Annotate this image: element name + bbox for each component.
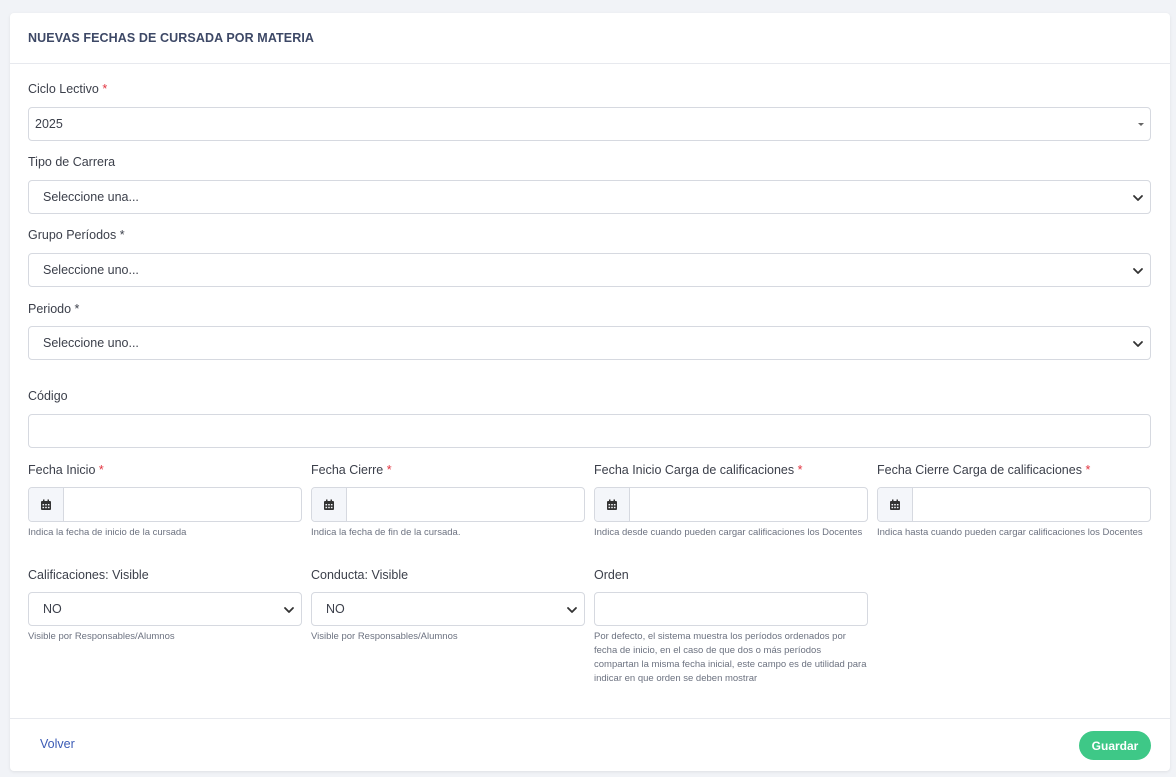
required-marker: * [102, 82, 108, 96]
required-marker: * [797, 463, 803, 477]
tipo-carrera-value: Seleccione una... [43, 190, 139, 204]
fecha-cierre-input[interactable] [311, 487, 585, 522]
fecha-cierre-carga-input[interactable] [877, 487, 1151, 522]
back-button[interactable]: Volver [40, 737, 75, 751]
grupo-select[interactable]: Seleccione uno... [28, 253, 1151, 287]
tipo-carrera-select[interactable]: Seleccione una... [28, 180, 1151, 214]
chevron-down-icon [1133, 268, 1143, 274]
conducta-visible-label: Conducta: Visible [311, 568, 409, 582]
card-footer: Volver Guardar [10, 718, 1170, 771]
ciclo-label: Ciclo Lectivo * [28, 82, 108, 96]
fecha-inicio-carga-help: Indica desde cuando pueden cargar califi… [594, 527, 863, 538]
calendar-icon[interactable] [29, 488, 64, 521]
calificaciones-visible-select[interactable]: NO [28, 592, 302, 626]
chevron-down-icon [1133, 341, 1143, 347]
chevron-down-icon [567, 607, 577, 613]
fecha-cierre-carga-label: Fecha Cierre Carga de calificaciones * [877, 463, 1091, 477]
chevron-down-icon [1133, 195, 1143, 201]
periodo-label: Periodo * [28, 302, 80, 316]
conducta-visible-value: NO [326, 602, 345, 616]
calendar-icon[interactable] [312, 488, 347, 521]
required-marker: * [386, 463, 392, 477]
periodo-select[interactable]: Seleccione uno... [28, 326, 1151, 360]
fecha-cierre-help: Indica la fecha de fin de la cursada. [311, 527, 461, 538]
conducta-visible-help: Visible por Responsables/Alumnos [311, 631, 458, 642]
fecha-inicio-carga-input[interactable] [594, 487, 868, 522]
tipo-carrera-label: Tipo de Carrera [28, 155, 116, 169]
chevron-down-icon [284, 607, 294, 613]
codigo-label: Código [28, 389, 68, 403]
calificaciones-visible-help: Visible por Responsables/Alumnos [28, 631, 175, 642]
fecha-inicio-carga-label: Fecha Inicio Carga de calificaciones * [594, 463, 803, 477]
page-title: NUEVAS FECHAS DE CURSADA POR MATERIA [28, 31, 315, 45]
form-card: NUEVAS FECHAS DE CURSADA POR MATERIA Cic… [10, 13, 1170, 771]
fecha-inicio-input[interactable] [28, 487, 302, 522]
ciclo-field: Ciclo Lectivo * [28, 82, 1151, 96]
grupo-value: Seleccione uno... [43, 263, 139, 277]
card-header: NUEVAS FECHAS DE CURSADA POR MATERIA [10, 13, 1170, 64]
required-marker: * [98, 463, 104, 477]
calificaciones-visible-value: NO [43, 602, 62, 616]
required-marker: * [1085, 463, 1091, 477]
fecha-inicio-help: Indica la fecha de inicio de la cursada [28, 527, 187, 538]
ciclo-select[interactable]: 2025 [28, 107, 1151, 141]
calendar-icon[interactable] [878, 488, 913, 521]
periodo-value: Seleccione uno... [43, 336, 139, 350]
grupo-label: Grupo Períodos * [28, 228, 125, 242]
calificaciones-visible-label: Calificaciones: Visible [28, 568, 149, 582]
ciclo-value: 2025 [35, 117, 63, 131]
calendar-icon[interactable] [595, 488, 630, 521]
fecha-inicio-label: Fecha Inicio * [28, 463, 104, 477]
conducta-visible-select[interactable]: NO [311, 592, 585, 626]
caret-down-icon [1138, 123, 1144, 126]
fecha-cierre-carga-help: Indica hasta cuando pueden cargar califi… [877, 527, 1143, 538]
save-button[interactable]: Guardar [1079, 731, 1151, 760]
orden-input[interactable] [594, 592, 868, 626]
fecha-cierre-label: Fecha Cierre * [311, 463, 392, 477]
codigo-input[interactable] [28, 414, 1151, 448]
orden-label: Orden [594, 568, 629, 582]
orden-help: Por defecto, el sistema muestra los perí… [594, 631, 867, 684]
